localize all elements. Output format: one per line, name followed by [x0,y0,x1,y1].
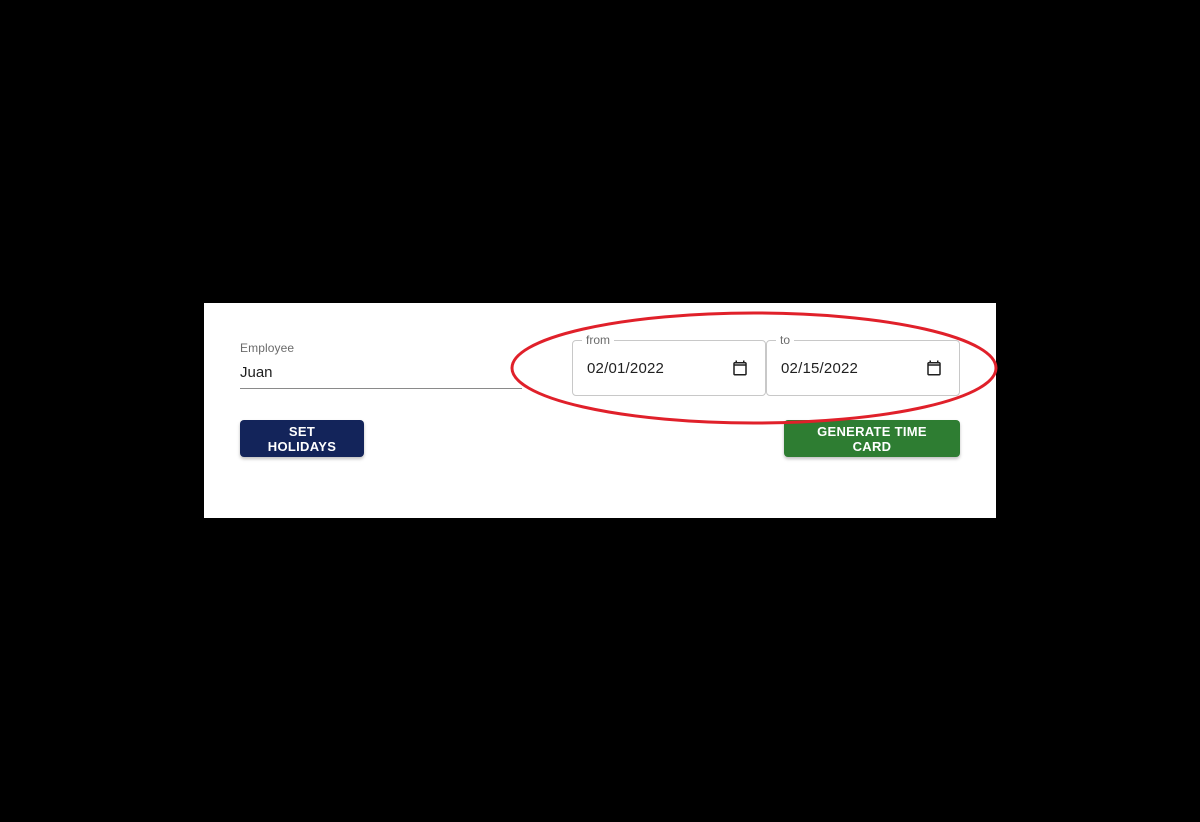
calendar-icon[interactable] [731,359,749,377]
generate-time-card-button[interactable]: GENERATE TIME CARD [784,420,960,457]
date-from-field[interactable]: from 02/01/2022 [572,332,766,396]
date-from-value[interactable]: 02/01/2022 [587,360,664,377]
date-to-field[interactable]: to 02/15/2022 [766,332,960,396]
screenshot-stage: Employee Juan from 02/01/2022 to 02/15/2… [0,0,1200,822]
date-to-value[interactable]: 02/15/2022 [781,360,858,377]
date-from-label: from [582,332,614,348]
employee-field[interactable]: Employee Juan [240,339,522,389]
employee-label: Employee [240,341,295,355]
employee-value[interactable]: Juan [240,364,273,381]
calendar-icon[interactable] [925,359,943,377]
date-to-label: to [776,332,795,348]
set-holidays-button[interactable]: SET HOLIDAYS [240,420,364,457]
time-card-form: Employee Juan from 02/01/2022 to 02/15/2… [204,303,996,518]
